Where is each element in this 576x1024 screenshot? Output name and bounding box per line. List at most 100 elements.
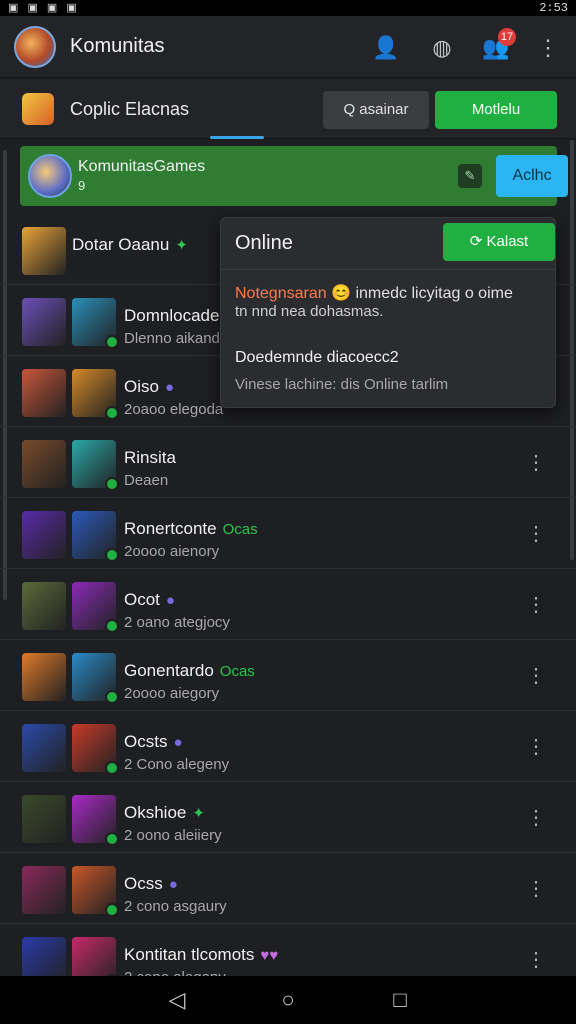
more-icon[interactable]: ⋮ (534, 34, 562, 62)
list-item[interactable]: Gonentardo Ocas 2oooo aiegory ⋮ (0, 640, 576, 711)
game-thumbnail (22, 369, 66, 417)
game-thumbnail (72, 298, 119, 349)
game-thumbnail (22, 440, 66, 488)
banner-name: KomunitasGames (78, 158, 206, 175)
list-item[interactable]: Okshioe ✦ 2 oono aleiiery ⋮ (0, 782, 576, 853)
list-item-title-text: Domnlocade (124, 306, 220, 325)
page-title: Komunitas (70, 35, 165, 57)
online-dot-icon (105, 903, 119, 917)
featured-community-banner[interactable]: KomunitasGames 9 ✎ Aclhc (20, 146, 568, 206)
list-item-subtitle: 2oooo aiegory (124, 685, 220, 702)
game-thumbnail (72, 795, 119, 846)
game-thumbnail (72, 582, 119, 633)
game-thumbnail (72, 369, 119, 420)
emoji-icon: 😊 (331, 285, 351, 302)
edit-icon[interactable]: ✎ (458, 164, 482, 188)
list-item-title: Ocsts ● (124, 732, 183, 752)
list-item-tag: Ocas (222, 521, 258, 538)
list-item-title: Okshioe ✦ (124, 803, 205, 823)
popup-line-1-text: inmedc licyitag o oime (355, 285, 513, 302)
popup-action-label: Kalast (486, 233, 529, 250)
app-bar: Komunitas 👤 ◍ 👥 17 ⋮ (0, 16, 576, 78)
popup-line-1: Notegnsaran 😊 inmedc licyitag o oime (235, 283, 513, 303)
list-item-title: Kontitan tlcomots ♥♥ (124, 945, 278, 965)
gamepad-icon[interactable]: ◍ (428, 34, 456, 62)
game-thumbnail (22, 866, 66, 914)
list-item-title: Domnlocade (124, 306, 225, 326)
list-item-title: Ronertconte Ocas (124, 519, 258, 539)
community-avatar[interactable] (14, 26, 56, 68)
game-thumbnail (22, 298, 66, 346)
list-item[interactable]: Ocsts ● 2 Cono alegeny ⋮ (0, 711, 576, 782)
search-button[interactable]: Q asainar (323, 91, 429, 129)
recent-apps-icon[interactable]: □ (385, 986, 415, 1014)
list-item[interactable]: Ocot ● 2 oano ategjocy ⋮ (0, 569, 576, 640)
banner-action-button[interactable]: Aclhc (496, 155, 568, 197)
list-item-title-text: Ronertconte (124, 519, 217, 538)
game-thumbnail (72, 511, 119, 562)
list-item-tag: ✦ (192, 805, 205, 822)
list-item-title: Ocss ● (124, 874, 178, 894)
list-item-subtitle: 2 oono aleiiery (124, 827, 222, 844)
game-thumbnail (22, 511, 66, 559)
list-item-subtitle: 2 Cono alegeny (124, 756, 230, 773)
clock: 2:53 (539, 1, 568, 15)
popup-line-3: Doedemnde diacoecc2 (235, 349, 399, 366)
list-item-title-text: Okshioe (124, 803, 187, 822)
online-dot-icon (105, 690, 119, 704)
list-item-title: Rinsita (124, 448, 182, 468)
online-dot-icon (105, 548, 119, 562)
list-item-tag: ✦ (175, 237, 188, 254)
list-item-tag: Ocas (219, 663, 255, 680)
online-dot-icon (105, 619, 119, 633)
status-bar: ▣ ▣ ▣ ▣ 2:53 (0, 0, 576, 16)
game-thumbnail (22, 795, 66, 843)
row-menu-icon[interactable]: ⋮ (526, 871, 546, 907)
list-item-subtitle: 2oooo aienory (124, 543, 220, 560)
list-item-title: Oiso ● (124, 377, 174, 397)
profile-icon[interactable]: 👤 (372, 34, 400, 62)
list-item-title-text: Ocsts (124, 732, 168, 751)
popup-action-button[interactable]: ⟳ Kalast (443, 223, 555, 261)
list-item-tag: ● (164, 379, 175, 396)
online-dot-icon (105, 335, 119, 349)
home-icon[interactable]: ○ (273, 986, 303, 1014)
banner-avatar (28, 154, 72, 198)
online-popup: Online ⟳ Kalast Notegnsaran 😊 inmedc lic… (220, 217, 556, 408)
game-logo (22, 93, 54, 125)
invite-button[interactable]: Motlelu (435, 91, 557, 129)
game-thumbnail (22, 227, 66, 275)
game-thumbnail (72, 866, 119, 917)
game-thumbnail (72, 724, 119, 775)
row-menu-icon[interactable]: ⋮ (526, 587, 546, 623)
game-thumbnail (22, 582, 66, 630)
popup-line-2: tn nnd nea dohasmas. (235, 303, 384, 320)
list-item-title-text: Dotar Oaanu (72, 235, 170, 254)
list-item-tag: ● (168, 876, 178, 893)
game-thumbnail (22, 653, 66, 701)
list-item-tag: ● (165, 592, 175, 609)
list-item-title-text: Kontitan tlcomots (124, 945, 255, 964)
list-item-tag: ● (173, 734, 183, 751)
list-item[interactable]: Ronertconte Ocas 2oooo aienory ⋮ (0, 498, 576, 569)
row-menu-icon[interactable]: ⋮ (526, 729, 546, 765)
game-thumbnail (72, 653, 119, 704)
list-item-tag: ♥♥ (260, 947, 279, 964)
popup-header: Online ⟳ Kalast (221, 218, 555, 270)
list-item[interactable]: Rinsita Deaen ⋮ (0, 427, 576, 498)
status-icons: ▣ ▣ ▣ ▣ (8, 2, 80, 14)
row-menu-icon[interactable]: ⋮ (526, 658, 546, 694)
back-icon[interactable]: ◁ (162, 986, 192, 1014)
row-menu-icon[interactable]: ⋮ (526, 445, 546, 481)
list-item-subtitle: Dlenno aikand (124, 330, 220, 347)
list-item-title-text: Ocot (124, 590, 160, 609)
list-item[interactable]: Ocss ● 2 cono asgaury ⋮ (0, 853, 576, 924)
row-menu-icon[interactable]: ⋮ (526, 800, 546, 836)
row-menu-icon[interactable]: ⋮ (526, 942, 546, 978)
system-nav-bar: ◁ ○ □ (0, 976, 576, 1024)
friends-icon[interactable]: 👥 17 (482, 28, 516, 62)
list-item-title: Dotar Oaanu ✦ (72, 235, 188, 255)
list-item-subtitle: 2 oano ategjocy (124, 614, 230, 631)
row-menu-icon[interactable]: ⋮ (526, 516, 546, 552)
online-dot-icon (105, 832, 119, 846)
